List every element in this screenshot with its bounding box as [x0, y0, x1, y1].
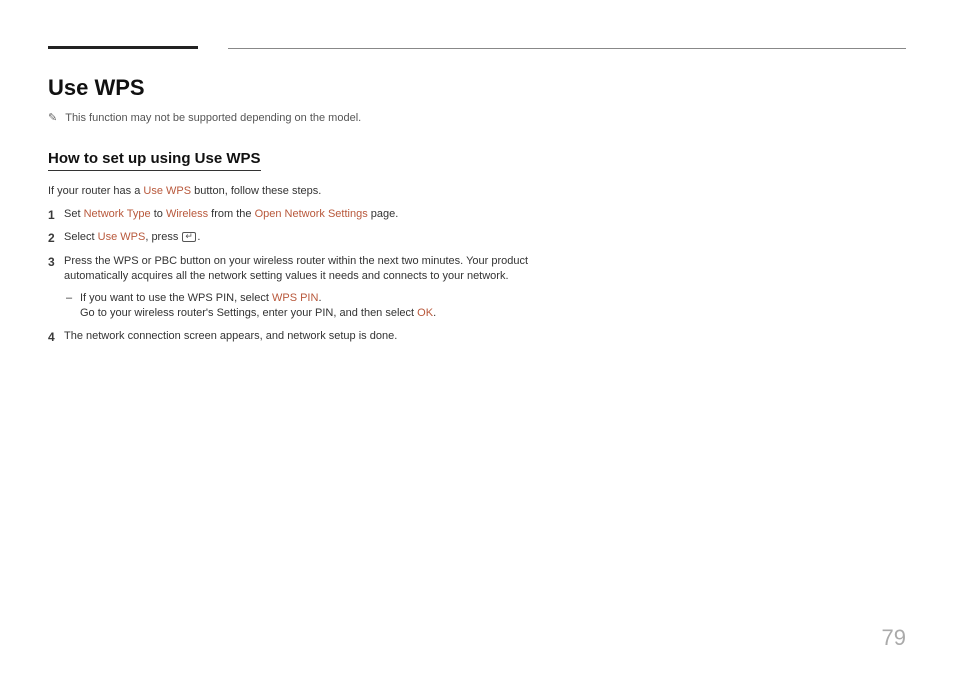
step-1-hl3: Open Network Settings [255, 208, 368, 220]
step-3-sub-c: Go to your wireless router's Settings, e… [80, 307, 417, 319]
step-3-sub-d: . [433, 307, 436, 319]
step-1-c: from the [208, 208, 254, 220]
step-1: Set Network Type to Wireless from the Op… [48, 207, 568, 222]
step-4-text: The network connection screen appears, a… [64, 330, 397, 342]
step-2-c: . [197, 231, 200, 243]
intro-post: button, follow these steps. [191, 185, 321, 197]
step-2-b: , press [145, 231, 181, 243]
page-number: 79 [882, 625, 906, 651]
step-2-a: Select [64, 231, 98, 243]
section-title: How to set up using Use WPS [48, 150, 261, 171]
step-2: Select Use WPS, press . [48, 230, 568, 245]
page-content: Use WPS ✎ This function may not be suppo… [0, 0, 954, 345]
step-3-sub-hl2: OK [417, 307, 433, 319]
step-1-hl1: Network Type [84, 208, 151, 220]
step-1-a: Set [64, 208, 84, 220]
step-3-sub: If you want to use the WPS PIN, select W… [64, 291, 568, 322]
pencil-icon: ✎ [48, 111, 57, 124]
step-3: Press the WPS or PBC button on your wire… [48, 254, 568, 322]
step-2-hl1: Use WPS [98, 231, 146, 243]
note-row: ✎ This function may not be supported dep… [48, 111, 906, 124]
step-1-b: to [151, 208, 166, 220]
step-1-hl2: Wireless [166, 208, 208, 220]
intro-pre: If your router has a [48, 185, 143, 197]
step-3-text: Press the WPS or PBC button on your wire… [64, 255, 528, 282]
header-divider [48, 46, 906, 49]
enter-icon [182, 232, 196, 242]
step-3-sub-hl1: WPS PIN [272, 292, 318, 304]
page-title: Use WPS [48, 75, 906, 101]
intro-highlight: Use WPS [143, 185, 191, 197]
intro-text: If your router has a Use WPS button, fol… [48, 185, 906, 197]
steps-list: Set Network Type to Wireless from the Op… [48, 207, 568, 345]
step-3-sub-b: . [318, 292, 321, 304]
step-1-d: page. [368, 208, 399, 220]
thick-bar [48, 46, 198, 49]
thin-bar [228, 48, 906, 49]
note-text: This function may not be supported depen… [65, 112, 361, 124]
step-3-sub-a: If you want to use the WPS PIN, select [80, 292, 272, 304]
step-4: The network connection screen appears, a… [48, 329, 568, 344]
